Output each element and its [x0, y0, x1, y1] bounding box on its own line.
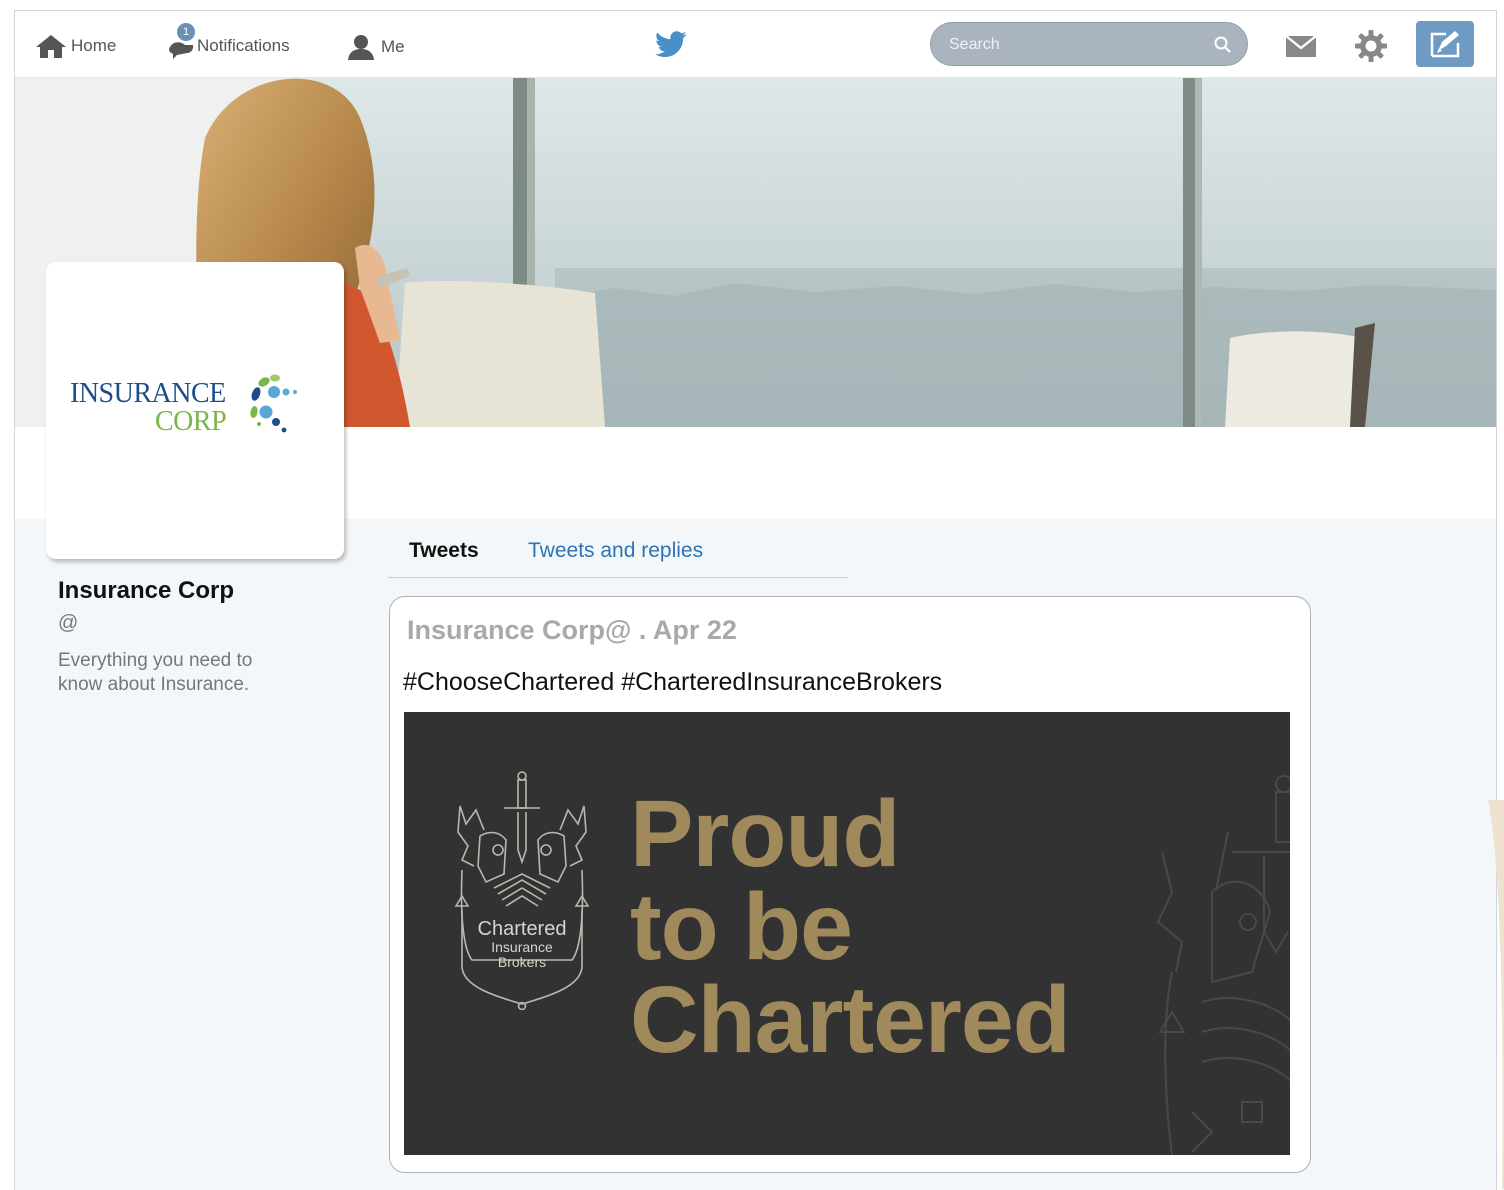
- headline-line-2: to be: [630, 874, 853, 980]
- tab-tweets[interactable]: Tweets: [409, 539, 479, 563]
- profile-handle[interactable]: @: [58, 612, 78, 635]
- tweet-card[interactable]: Insurance Corp@ . Apr 22 #ChooseChartere…: [389, 596, 1311, 1173]
- tweet-image[interactable]: Chartered Insurance Brokers Proud to be …: [404, 712, 1290, 1155]
- nav-home-label: Home: [71, 36, 117, 55]
- image-headline: Proud to be Chartered: [630, 781, 1071, 1073]
- gear-icon[interactable]: [1354, 29, 1388, 63]
- notifications-badge: 1: [177, 23, 195, 41]
- headline-line-3: Chartered: [630, 967, 1071, 1073]
- profile-bio: Everything you need to know about Insura…: [58, 650, 253, 695]
- search-input[interactable]: [947, 33, 1201, 57]
- search-icon[interactable]: [1213, 35, 1233, 55]
- crest-icon: [454, 771, 590, 1010]
- top-nav: Home 1 Notifications Me: [15, 11, 1496, 78]
- search-box[interactable]: [930, 22, 1248, 66]
- nav-me-label: Me: [381, 37, 405, 56]
- tab-tweets-and-replies[interactable]: Tweets and replies: [528, 539, 703, 563]
- profile-name: Insurance Corp: [58, 577, 235, 604]
- tweet-header[interactable]: Insurance Corp@ . Apr 22: [407, 615, 737, 646]
- nav-notifications-label: Notifications: [197, 36, 290, 55]
- profile-tabs: Tweets Tweets and replies: [388, 529, 848, 578]
- headline-line-1: Proud: [630, 781, 900, 887]
- compose-icon: [1430, 31, 1460, 58]
- twitter-bird-icon[interactable]: [655, 31, 687, 58]
- page-edge-decoration: [1488, 800, 1504, 1189]
- nav-notifications[interactable]: 1 Notifications: [167, 23, 290, 59]
- mail-icon[interactable]: [1285, 33, 1317, 59]
- crest-text-chartered: Chartered: [477, 918, 567, 940]
- app-frame: Home 1 Notifications Me Search INSURANCE…: [14, 10, 1497, 1190]
- logo-dots-icon: [250, 374, 297, 433]
- profile-avatar[interactable]: INSURANCE CORP: [46, 262, 344, 559]
- watermark-crest-icon: [1156, 775, 1290, 1155]
- tweet-hashtags[interactable]: #ChooseChartered #CharteredInsuranceBrok…: [403, 668, 942, 697]
- home-icon: [36, 35, 66, 58]
- crest-text-brokers: Brokers: [497, 954, 547, 970]
- logo-text-corp: CORP: [155, 406, 227, 437]
- nav-home[interactable]: Home: [35, 33, 116, 59]
- crest-text-insurance: Insurance: [491, 939, 553, 955]
- nav-me[interactable]: Me: [345, 33, 405, 61]
- compose-button[interactable]: [1416, 21, 1474, 67]
- me-icon: [348, 35, 374, 60]
